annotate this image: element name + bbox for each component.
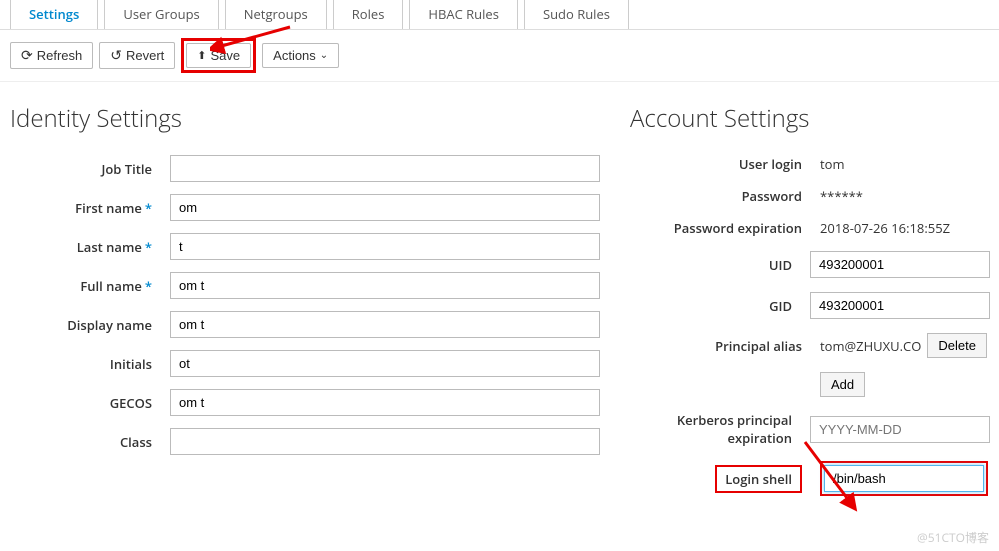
uid-input[interactable] <box>810 251 990 278</box>
user-login-label: User login <box>630 155 820 173</box>
kerberos-expiration-label: Kerberos principal expiration <box>630 411 810 447</box>
gid-label: GID <box>630 297 810 315</box>
account-settings-title: Account Settings <box>630 102 990 135</box>
principal-alias-label: Principal alias <box>630 337 820 355</box>
login-shell-label-highlight: Login shell <box>715 465 802 493</box>
full-name-label: Full name* <box>10 277 170 295</box>
first-name-label: First name* <box>10 199 170 217</box>
login-shell-input-highlight <box>820 461 988 496</box>
login-shell-input[interactable] <box>824 465 984 492</box>
job-title-input[interactable] <box>170 155 600 182</box>
principal-alias-delete-button[interactable]: Delete <box>927 333 987 358</box>
user-login-value: tom <box>820 155 845 173</box>
password-expiration-value: 2018-07-26 16:18:55Z <box>820 219 950 237</box>
actions-label: Actions <box>273 48 316 63</box>
tab-sudo-rules[interactable]: Sudo Rules <box>524 0 629 29</box>
tab-user-groups[interactable]: User Groups <box>104 0 218 29</box>
revert-button[interactable]: Revert <box>99 42 175 69</box>
gecos-label: GECOS <box>10 394 170 412</box>
principal-alias-value: tom@ZHUXU.CO <box>820 337 921 355</box>
password-value: ****** <box>820 187 863 205</box>
login-shell-label-wrap: Login shell <box>630 470 820 488</box>
gecos-input[interactable] <box>170 389 600 416</box>
last-name-input[interactable] <box>170 233 600 260</box>
actions-dropdown[interactable]: Actions <box>262 43 339 68</box>
display-name-input[interactable] <box>170 311 600 338</box>
save-icon <box>197 48 206 63</box>
revert-label: Revert <box>126 48 164 63</box>
refresh-icon <box>21 47 33 64</box>
full-name-input[interactable] <box>170 272 600 299</box>
tab-bar: Settings User Groups Netgroups Roles HBA… <box>0 0 999 30</box>
initials-label: Initials <box>10 355 170 373</box>
revert-icon <box>110 47 122 64</box>
tab-netgroups[interactable]: Netgroups <box>225 0 327 29</box>
tab-roles[interactable]: Roles <box>333 0 404 29</box>
class-label: Class <box>10 433 170 451</box>
gid-input[interactable] <box>810 292 990 319</box>
tab-hbac-rules[interactable]: HBAC Rules <box>409 0 518 29</box>
tab-settings[interactable]: Settings <box>10 0 98 29</box>
refresh-button[interactable]: Refresh <box>10 42 93 69</box>
password-label: Password <box>630 187 820 205</box>
uid-label: UID <box>630 256 810 274</box>
save-button[interactable]: Save <box>186 43 251 68</box>
job-title-label: Job Title <box>10 160 170 178</box>
watermark: @51CTO博客 <box>917 529 989 546</box>
save-label: Save <box>211 48 241 63</box>
kerberos-expiration-input[interactable] <box>810 416 990 443</box>
initials-input[interactable] <box>170 350 600 377</box>
principal-alias-add-button[interactable]: Add <box>820 372 865 397</box>
identity-settings-title: Identity Settings <box>10 102 630 135</box>
refresh-label: Refresh <box>37 48 83 63</box>
password-expiration-label: Password expiration <box>630 219 820 237</box>
class-input[interactable] <box>170 428 600 455</box>
last-name-label: Last name* <box>10 238 170 256</box>
first-name-input[interactable] <box>170 194 600 221</box>
save-highlight-annotation: Save <box>181 38 256 73</box>
display-name-label: Display name <box>10 316 170 334</box>
toolbar: Refresh Revert Save Actions <box>0 30 999 82</box>
